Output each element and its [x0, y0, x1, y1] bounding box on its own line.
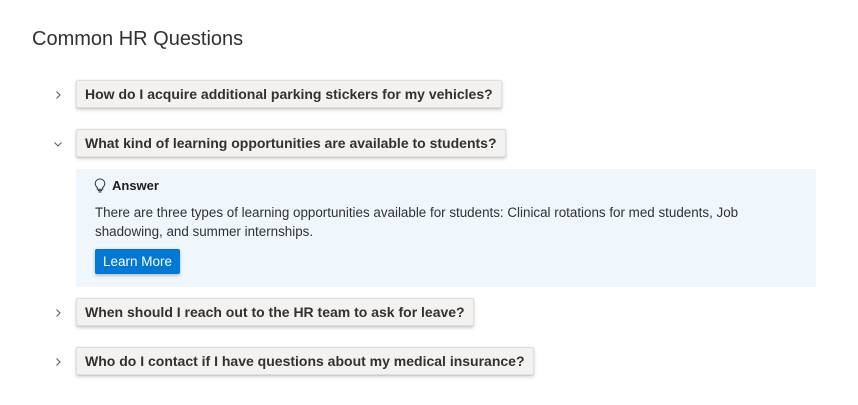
answer-text: There are three types of learning opport… [95, 205, 739, 239]
page-title: Common HR Questions [32, 28, 244, 50]
chevron-right-icon[interactable] [50, 87, 66, 103]
answer-panel: Answer There are three types of learning… [76, 169, 816, 287]
chevron-down-icon[interactable] [50, 136, 66, 152]
faq-item: How do I acquire additional parking stic… [0, 80, 858, 109]
lightbulb-icon [94, 177, 108, 193]
learn-more-button[interactable]: Learn More [95, 249, 181, 274]
faq-item: Who do I contact if I have questions abo… [0, 347, 858, 376]
answer-title: Answer [112, 177, 159, 193]
faq-question-button[interactable]: How do I acquire additional parking stic… [76, 80, 502, 108]
faq-question-button[interactable]: When should I reach out to the HR team t… [76, 298, 474, 326]
chevron-right-icon[interactable] [50, 354, 66, 370]
faq-item: What kind of learning opportunities are … [0, 129, 858, 158]
hr-faq-page: Common HR Questions How do I acquire add… [0, 0, 858, 405]
faq-question-button[interactable]: Who do I contact if I have questions abo… [76, 347, 534, 375]
faq-question-button[interactable]: What kind of learning opportunities are … [76, 129, 506, 157]
answer-header: Answer [94, 177, 159, 193]
faq-item: When should I reach out to the HR team t… [0, 298, 858, 327]
chevron-right-icon[interactable] [50, 305, 66, 321]
